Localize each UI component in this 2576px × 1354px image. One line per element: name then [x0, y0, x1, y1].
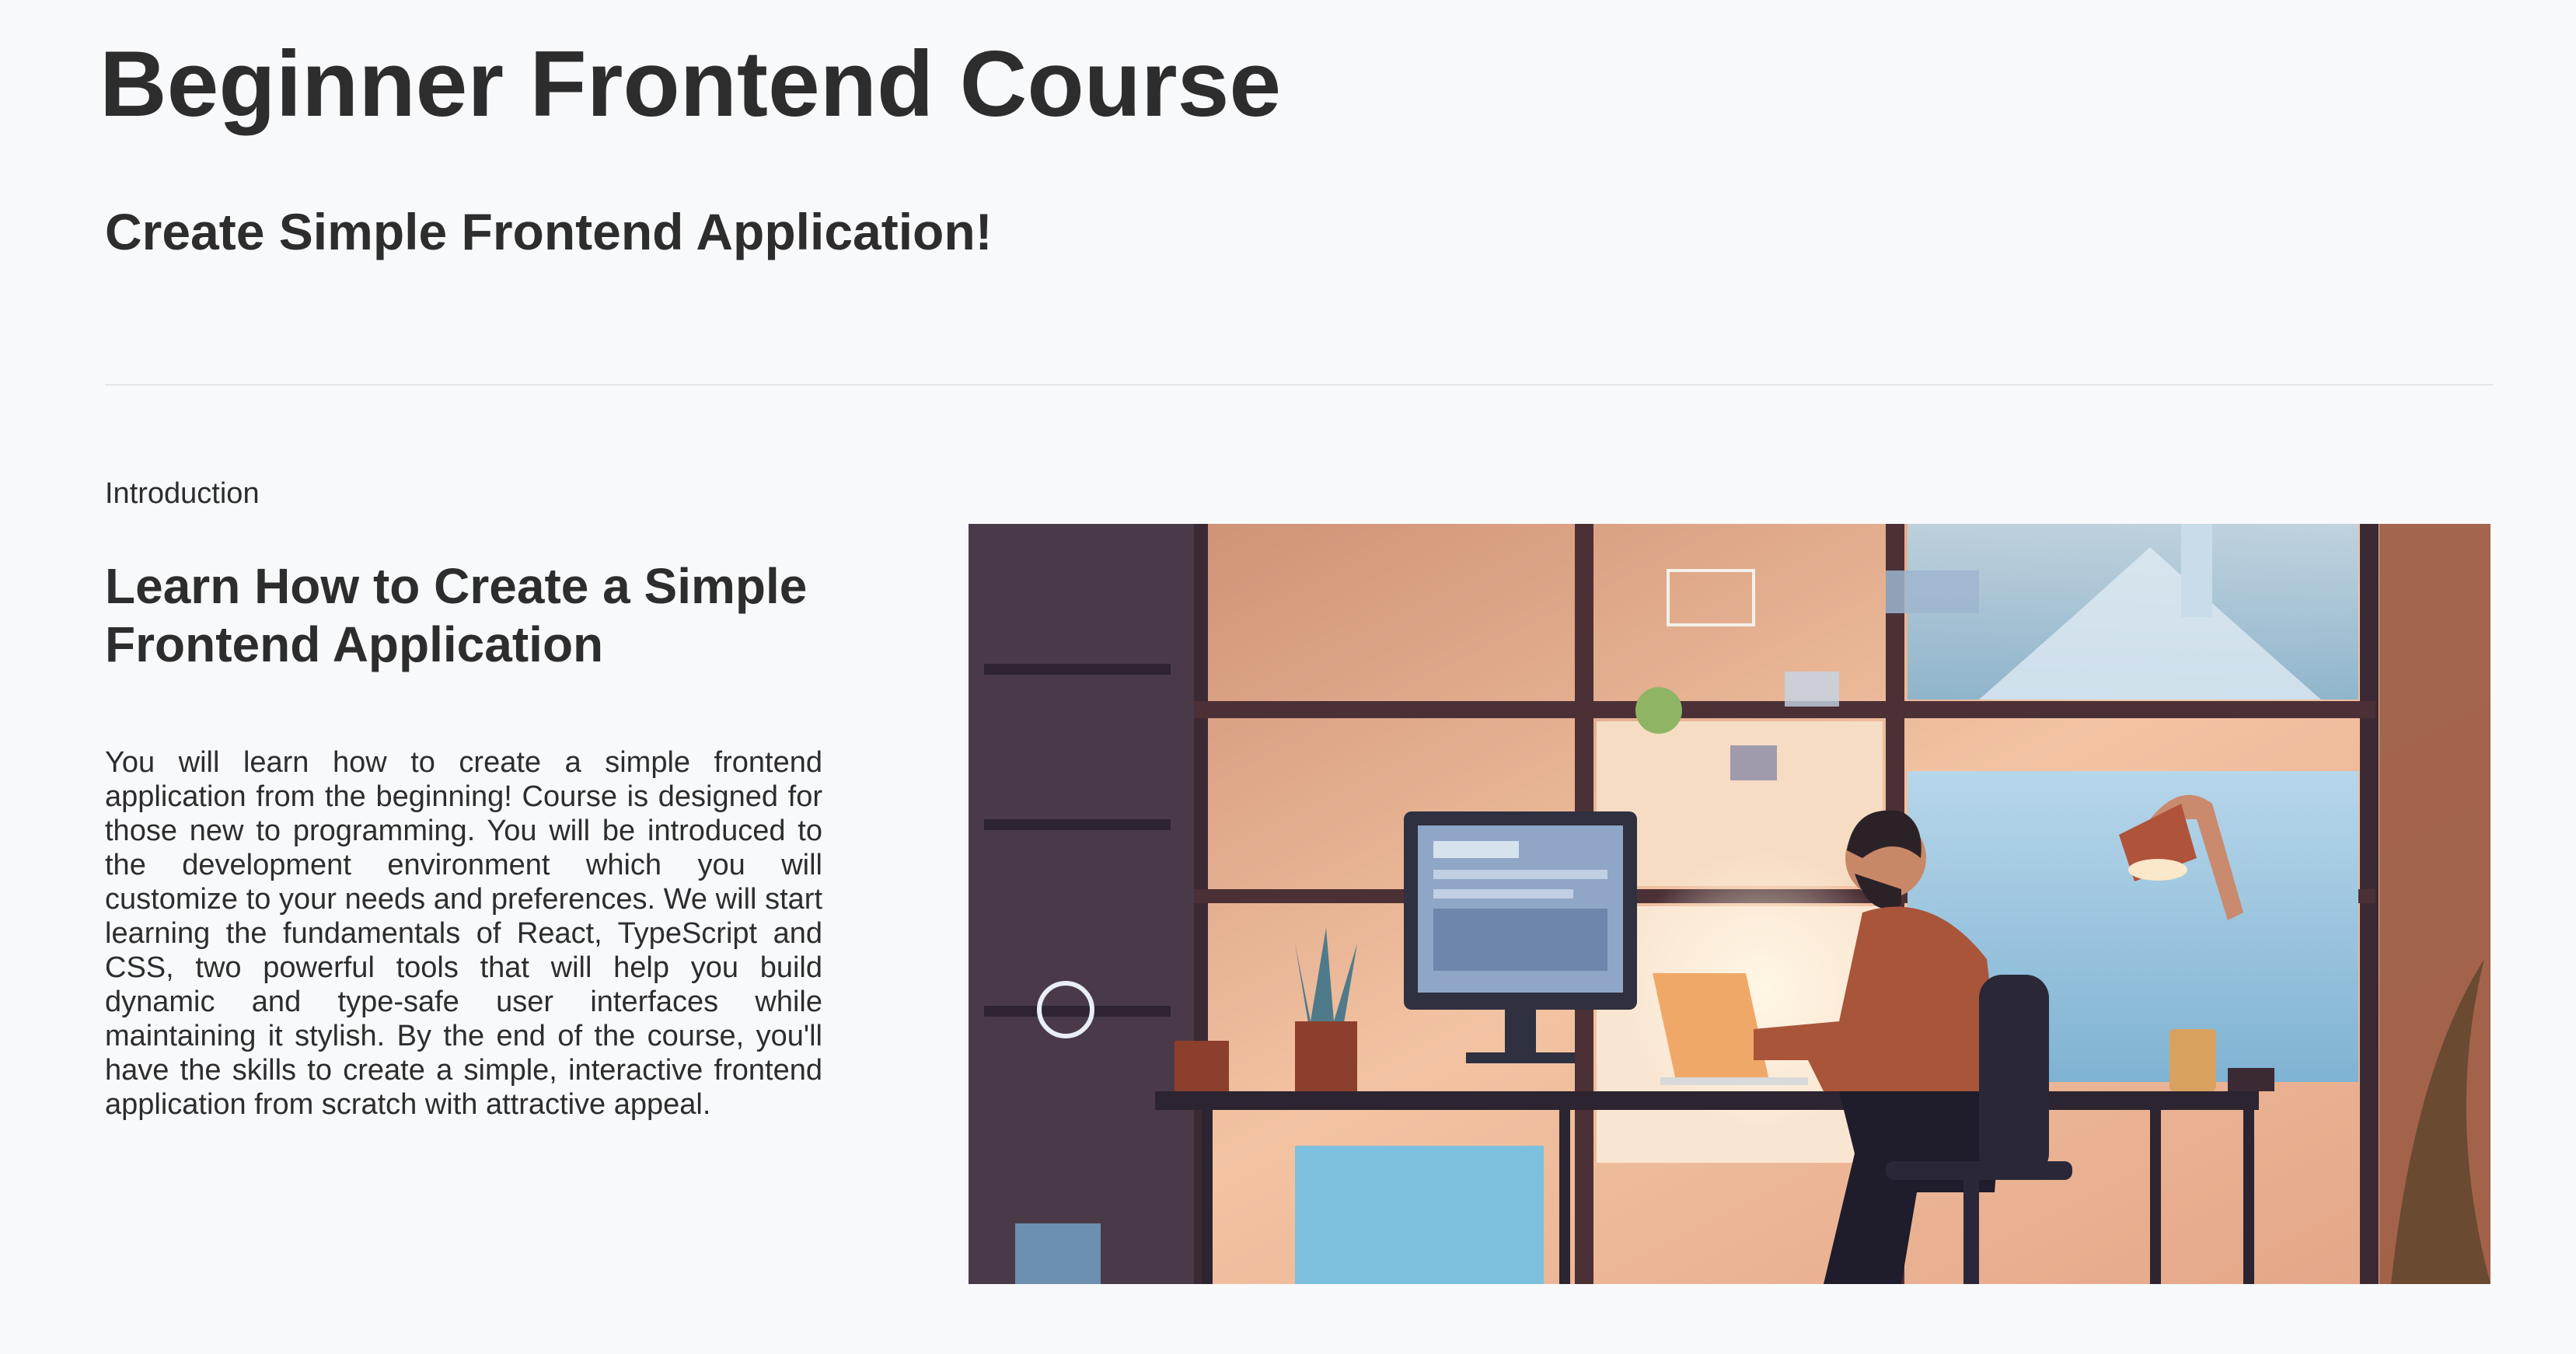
section-label: Introduction [105, 477, 260, 510]
course-page: Beginner Frontend Course Create Simple F… [0, 0, 2576, 1354]
section-divider [105, 384, 2493, 386]
page-title: Beginner Frontend Course [99, 32, 1282, 136]
hero-illustration [969, 524, 2490, 1284]
page-subtitle: Create Simple Frontend Application! [105, 203, 993, 260]
section-heading: Learn How to Create a Simple Frontend Ap… [105, 558, 808, 672]
course-description: You will learn how to create a simple fr… [105, 746, 822, 1121]
